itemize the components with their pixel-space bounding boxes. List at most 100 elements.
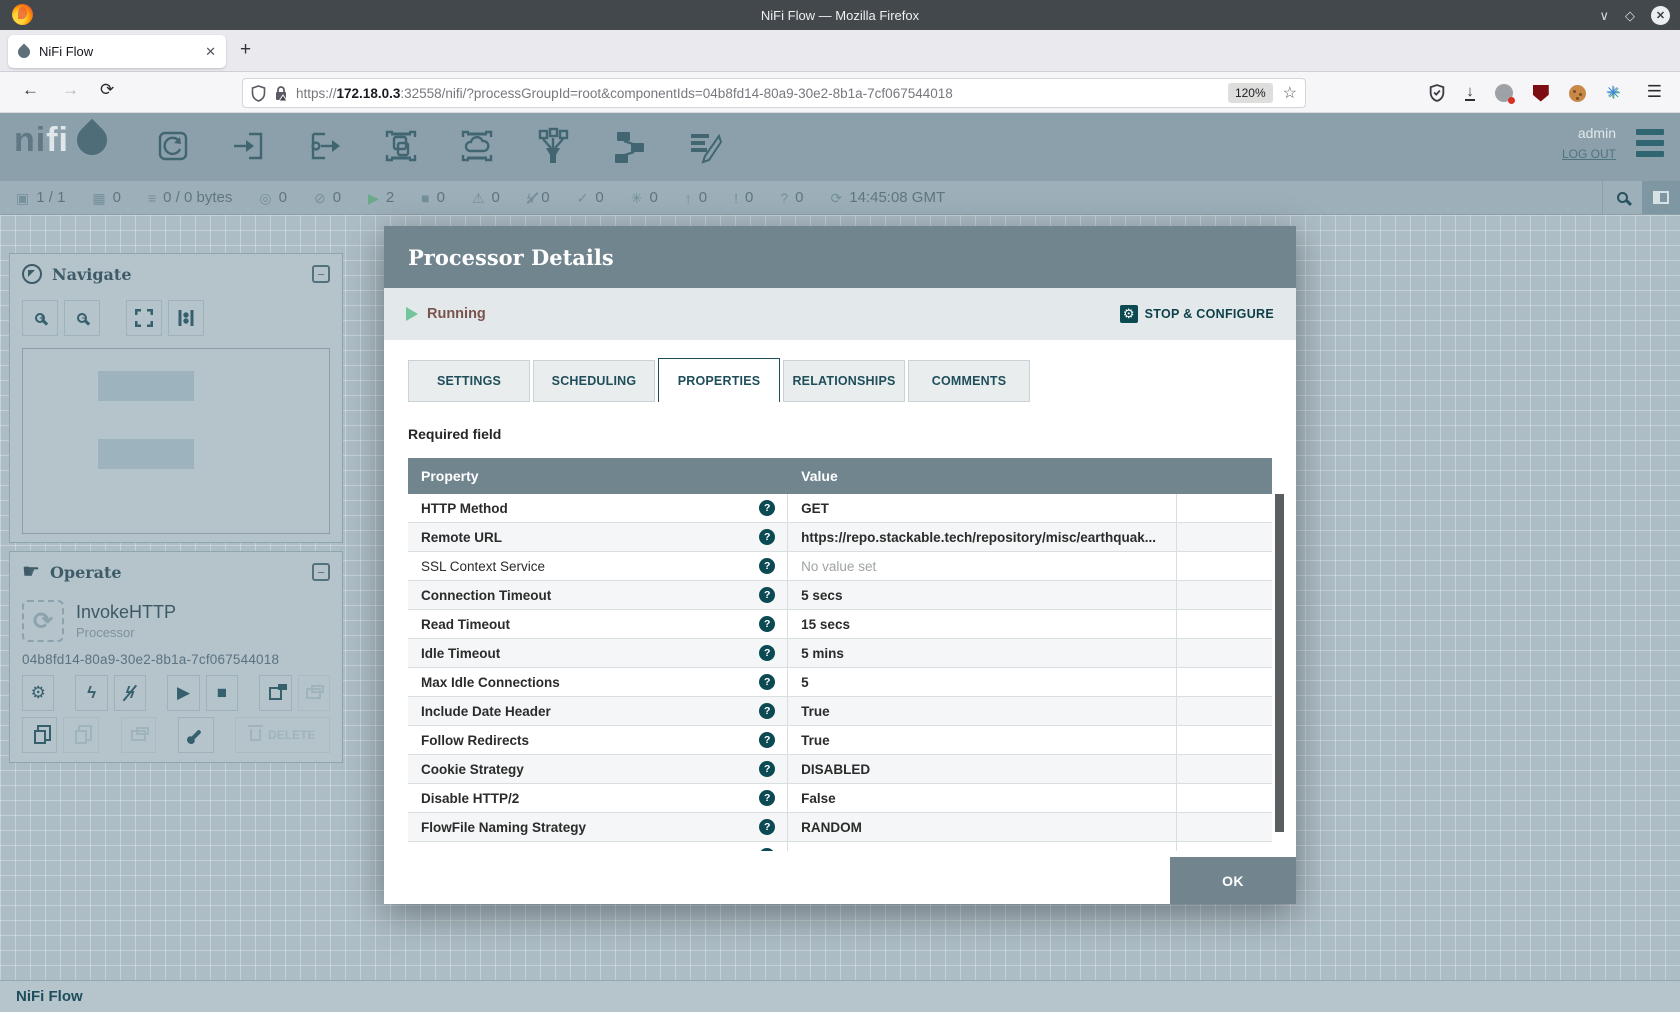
property-row[interactable]: SSL Context Service ? No value set [408,552,1272,581]
operate-hand-icon: ☛ [22,562,40,582]
birdseye-minimap[interactable] [22,348,330,534]
flow-status-panel-toggle[interactable] [1642,181,1680,214]
protections-shield-icon[interactable] [1429,84,1445,102]
sync-failure-icon: ? [780,191,788,205]
remote-process-group-icon[interactable] [454,123,500,169]
dialog-tab[interactable]: PROPERTIES [658,358,780,402]
property-row[interactable]: Max Idle Connections ? 5 [408,668,1272,697]
dialog-tab[interactable]: COMMENTS [908,360,1030,402]
status-item: ⊘ 0 [314,189,341,206]
status-item: ✳ 0 [631,189,658,206]
help-question-icon[interactable]: ? [759,558,775,574]
up-to-date-icon: ✓ [577,191,589,205]
download-icon[interactable]: ↓ [1465,85,1475,102]
browser-tab[interactable]: NiFi Flow ✕ [8,35,226,68]
property-row[interactable]: Remote URL ? https://repo.stackable.tech… [408,523,1272,552]
url-text[interactable]: https://172.18.0.3:32558/nifi/?processGr… [296,86,1228,101]
help-question-icon[interactable]: ? [759,587,775,603]
dialog-tab[interactable]: SCHEDULING [533,360,655,402]
global-menu-icon[interactable] [1636,129,1664,162]
cookie-icon[interactable] [1569,85,1586,102]
processor-icon[interactable] [150,123,196,169]
create-template-icon[interactable] [259,675,291,711]
search-icon [1617,192,1628,203]
property-row[interactable]: HTTP Method ? GET [408,494,1272,523]
help-question-icon[interactable]: ? [759,500,775,516]
zoom-in-button[interactable]: + [22,300,58,336]
scrollbar-thumb[interactable] [1275,494,1284,832]
search-button[interactable] [1602,181,1642,214]
help-question-icon[interactable]: ? [759,674,775,690]
property-row[interactable]: Follow Redirects ? True [408,726,1272,755]
group-icon[interactable] [298,675,330,711]
privacy-badger-icon[interactable] [1495,84,1513,102]
table-scrollbar[interactable] [1275,494,1284,844]
status-item: ≡ 0 / 0 bytes [148,189,232,206]
help-question-icon[interactable]: ? [759,732,775,748]
property-row[interactable]: Idle Timeout ? 5 mins [408,639,1272,668]
property-row[interactable]: Include Date Header ? True [408,697,1272,726]
url-bar[interactable]: https://172.18.0.3:32558/nifi/?processGr… [242,78,1306,108]
copy-icon[interactable] [22,717,57,753]
new-tab-button[interactable]: + [240,39,251,61]
dialog-tab[interactable]: RELATIONSHIPS [783,360,905,402]
container-asterisk-icon[interactable]: ✳ [1606,83,1620,103]
tracking-shield-icon[interactable] [251,85,266,102]
property-row[interactable]: Disable HTTP/2 ? False [408,784,1272,813]
funnel-icon[interactable] [530,123,576,169]
help-question-icon[interactable]: ? [759,703,775,719]
help-question-icon[interactable]: ? [759,848,775,851]
forward-button[interactable]: → [62,80,79,100]
operate-collapse-button[interactable]: − [312,563,330,581]
ok-button[interactable]: OK [1170,857,1296,904]
process-group-icon[interactable] [378,123,424,169]
template-icon[interactable] [606,123,652,169]
dialog-tab[interactable]: SETTINGS [408,360,530,402]
help-question-icon[interactable]: ? [759,819,775,835]
help-question-icon[interactable]: ? [759,616,775,632]
ublock-icon[interactable] [1533,85,1549,102]
start-icon[interactable]: ▶ [167,675,199,711]
input-port-icon[interactable] [226,123,272,169]
fill-color-brush-icon[interactable] [178,717,213,753]
tab-close-icon[interactable]: ✕ [205,44,216,60]
stop-icon[interactable]: ■ [206,675,238,711]
zoom-fit-button[interactable] [126,300,162,336]
help-question-icon[interactable]: ? [759,790,775,806]
properties-scroll-area[interactable]: HTTP Method ? GET Remote URL ? https://r… [408,494,1272,851]
component-toolbar [150,123,728,169]
window-minimize-button[interactable]: ∨ [1599,9,1609,22]
browser-navbar: ← → ⟳ https://172.18.0.3:32558/nifi/?pro… [0,72,1680,113]
bookmark-star-icon[interactable]: ☆ [1283,83,1297,103]
logout-link[interactable]: LOG OUT [1562,147,1616,161]
help-question-icon[interactable]: ? [759,645,775,661]
disable-lightning-icon[interactable]: ϟ [114,675,146,711]
property-row[interactable]: FlowFile Naming Strategy ? RANDOM [408,813,1272,842]
delete-button[interactable]: DELETE [235,717,330,753]
help-question-icon[interactable]: ? [759,761,775,777]
window-maximize-button[interactable]: ◇ [1625,9,1635,22]
breadcrumb[interactable]: NiFi Flow [16,988,83,1005]
zoom-out-button[interactable]: − [64,300,100,336]
property-row[interactable]: Cookie Strategy ? DISABLED [408,755,1272,784]
running-icon: ▶ [368,191,379,205]
help-question-icon[interactable]: ? [759,529,775,545]
property-row[interactable]: Connection Timeout ? 5 secs [408,581,1272,610]
zoom-level-badge[interactable]: 120% [1228,83,1273,103]
enable-lightning-icon[interactable]: ϟ [75,675,107,711]
firefox-menu-icon[interactable]: ☰ [1647,82,1662,102]
group-selection-icon[interactable] [121,717,156,753]
stop-and-configure-button[interactable]: ⚙ STOP & CONFIGURE [1120,305,1274,323]
window-close-button[interactable]: ✕ [1651,6,1670,25]
back-button[interactable]: ← [22,80,39,100]
lock-warning-icon[interactable] [274,85,288,101]
property-row[interactable]: Attributes to Send ? No value set [408,842,1272,851]
reload-button[interactable]: ⟳ [100,80,114,100]
navigate-collapse-button[interactable]: − [312,265,330,283]
paste-icon[interactable] [63,717,98,753]
label-icon[interactable] [682,123,728,169]
output-port-icon[interactable] [302,123,348,169]
property-row[interactable]: Read Timeout ? 15 secs [408,610,1272,639]
zoom-actual-button[interactable] [168,300,204,336]
configure-gear-icon[interactable]: ⚙ [22,675,54,711]
